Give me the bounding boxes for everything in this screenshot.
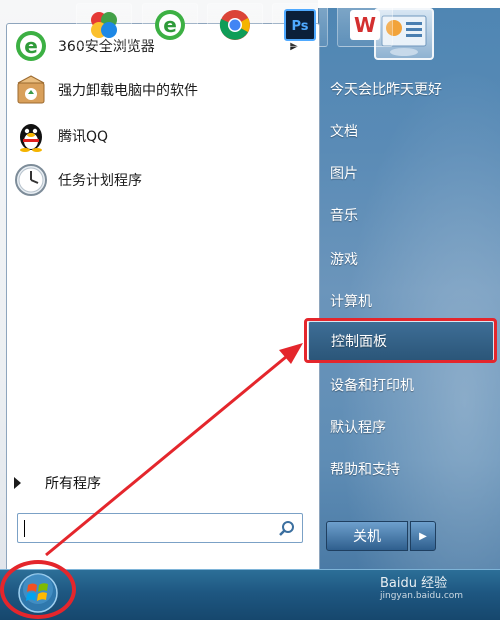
right-item-label: 默认程序 [330, 420, 386, 436]
chrome-icon [219, 10, 250, 40]
svg-text:e: e [24, 34, 38, 58]
right-item-label: 音乐 [330, 208, 358, 224]
program-item-task-scheduler[interactable]: 任务计划程序 [8, 160, 308, 200]
search-input[interactable] [17, 513, 303, 543]
start-button-circle-annotation [0, 560, 76, 619]
program-label: 腾讯QQ [58, 129, 109, 145]
shutdown-label: 关机 [353, 529, 381, 545]
uninstaller-box-icon [14, 73, 48, 107]
pinwheel-icon [91, 12, 117, 38]
wps-icon: W [350, 10, 380, 40]
watermark-subtext: jingyan.baidu.com [380, 591, 464, 601]
svg-text:Ps: Ps [291, 19, 308, 34]
clock-icon [14, 163, 48, 197]
right-item-label: 设备和打印机 [330, 378, 414, 394]
right-item-motto[interactable]: 今天会比昨天更好 [330, 74, 442, 104]
program-item-uninstaller[interactable]: 强力卸载电脑中的软件 [8, 70, 308, 110]
taskbar-app-pinwheel[interactable] [76, 3, 132, 47]
shutdown-button[interactable]: 关机 [326, 521, 408, 551]
baidu-watermark: Baidu 经验 jingyan.baidu.com [380, 572, 463, 601]
right-item-help-support[interactable]: 帮助和支持 [330, 454, 400, 484]
chevron-right-icon: ▶ [419, 530, 427, 542]
watermark-text: Baidu 经验 [380, 576, 448, 591]
ie-e-icon: e [155, 10, 185, 40]
right-item-documents[interactable]: 文档 [330, 116, 358, 146]
right-item-games[interactable]: 游戏 [330, 244, 358, 274]
all-programs-label: 所有程序 [45, 476, 101, 492]
qq-penguin-icon [14, 119, 48, 153]
right-item-devices-printers[interactable]: 设备和打印机 [330, 370, 414, 400]
right-item-pictures[interactable]: 图片 [330, 158, 358, 188]
right-item-label: 文档 [330, 124, 358, 140]
right-item-computer[interactable]: 计算机 [330, 286, 372, 316]
360-browser-icon: e [14, 29, 48, 63]
right-item-music[interactable]: 音乐 [330, 200, 358, 230]
svg-text:e: e [163, 13, 177, 37]
photoshop-icon: Ps [284, 9, 316, 41]
triangle-right-icon [14, 477, 21, 489]
right-item-label: 计算机 [330, 294, 372, 310]
right-item-label: 帮助和支持 [330, 462, 400, 478]
search-icon[interactable] [278, 520, 296, 538]
right-item-default-programs[interactable]: 默认程序 [330, 412, 386, 442]
program-item-qq[interactable]: 腾讯QQ [8, 116, 308, 156]
text-caret [24, 520, 25, 537]
highlight-box-annotation [304, 318, 497, 363]
all-programs-button[interactable]: 所有程序 [14, 470, 101, 496]
shutdown-options-button[interactable]: ▶ [410, 521, 436, 551]
right-item-label: 游戏 [330, 252, 358, 268]
right-item-label: 今天会比昨天更好 [330, 82, 442, 98]
taskbar-app-wps[interactable]: W [337, 3, 393, 47]
svg-text:W: W [354, 13, 376, 37]
program-label: 强力卸载电脑中的软件 [58, 83, 198, 99]
right-item-label: 图片 [330, 166, 358, 182]
taskbar-app-browser[interactable]: e [142, 3, 198, 47]
taskbar-app-photoshop[interactable]: Ps [272, 3, 328, 47]
taskbar-app-chrome[interactable] [207, 3, 263, 47]
program-label: 任务计划程序 [58, 173, 142, 189]
